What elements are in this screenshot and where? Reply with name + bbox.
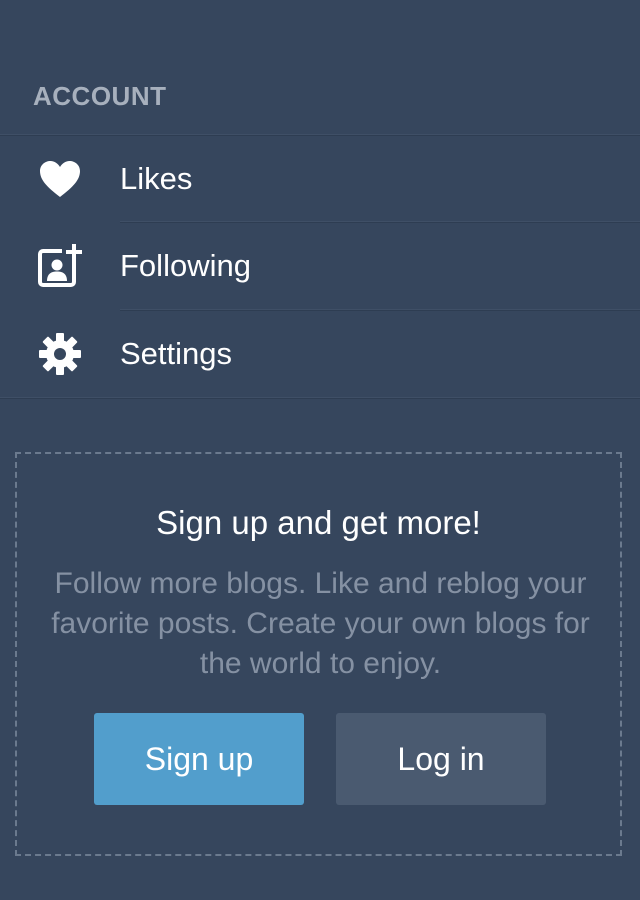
heart-icon (36, 155, 84, 203)
menu-item-settings[interactable]: Settings (0, 310, 640, 397)
promo-description: Follow more blogs. Like and reblog your … (51, 567, 590, 680)
signup-promo-box: Sign up and get more! Follow more blogs.… (15, 452, 622, 856)
menu-item-likes[interactable]: Likes (0, 135, 640, 222)
divider (0, 397, 640, 399)
gear-icon (36, 330, 84, 378)
menu-item-label: Likes (120, 160, 193, 196)
menu-item-label: Settings (120, 335, 233, 371)
following-icon (36, 242, 84, 290)
menu-item-following[interactable]: Following (0, 222, 640, 309)
menu-item-label: Following (120, 247, 251, 283)
sign-up-button[interactable]: Sign up (94, 713, 304, 805)
account-menu-screen: ACCOUNT Likes Following Settings Sign up… (0, 0, 640, 900)
promo-title: Sign up and get more! (156, 504, 481, 541)
log-in-button[interactable]: Log in (336, 713, 546, 805)
section-header-account: ACCOUNT (33, 81, 167, 111)
